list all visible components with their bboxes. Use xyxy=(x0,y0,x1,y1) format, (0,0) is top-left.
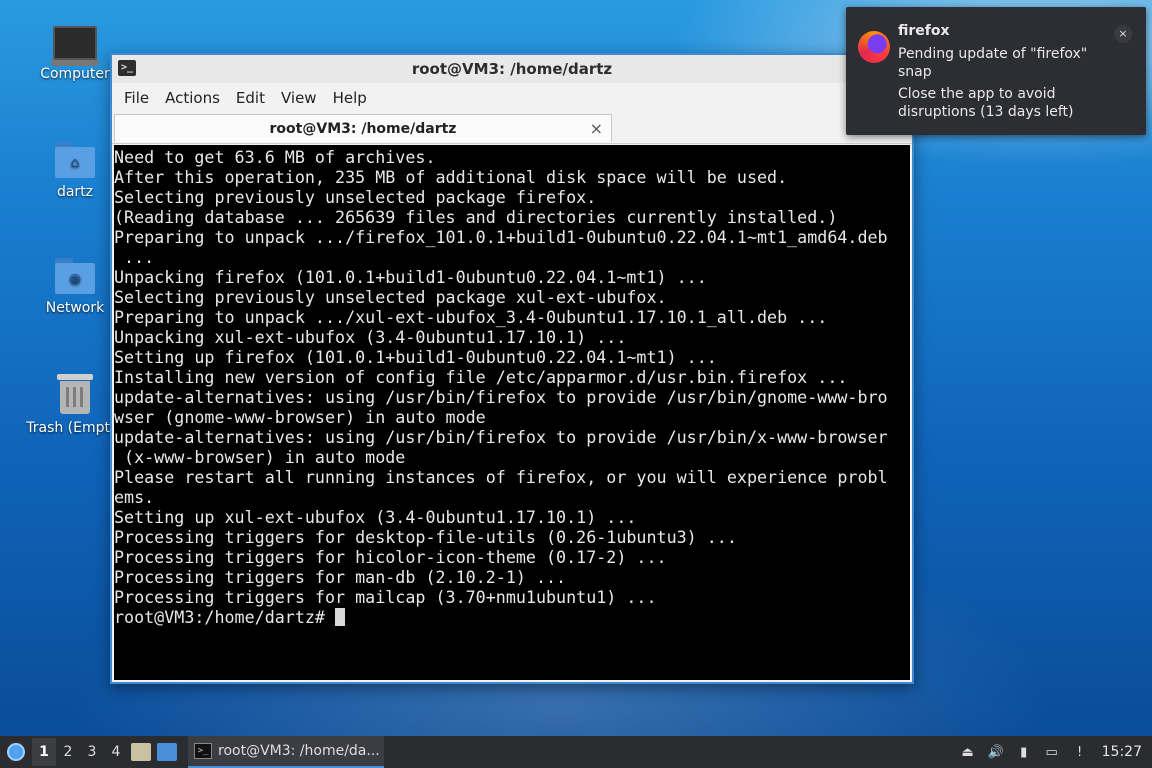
terminal-icon: >_ xyxy=(194,743,212,759)
eject-icon[interactable]: ⏏ xyxy=(959,743,977,761)
notification-popup[interactable]: firefox Pending update of "firefox" snap… xyxy=(846,7,1146,135)
tab-bar: root@VM3: /home/dartz × xyxy=(112,113,912,144)
notification-message: Pending update of "firefox" snap xyxy=(898,46,1088,80)
network-icon[interactable]: ▭ xyxy=(1043,743,1061,761)
task-label: root@VM3: /home/da... xyxy=(218,743,380,759)
notification-detail: Close the app to avoid disruptions (13 d… xyxy=(898,86,1074,120)
notification-body: Pending update of "firefox" snap Close t… xyxy=(898,45,1118,125)
menu-edit[interactable]: Edit xyxy=(228,89,273,107)
clipboard-icon[interactable]: ▮ xyxy=(1015,743,1033,761)
start-menu-button[interactable] xyxy=(0,736,32,768)
text-cursor xyxy=(335,608,346,626)
tab-label: root@VM3: /home/dartz xyxy=(269,120,457,137)
workspace-3[interactable]: 3 xyxy=(80,738,104,766)
workspace-2[interactable]: 2 xyxy=(56,738,80,766)
window-titlebar[interactable]: >_ root@VM3: /home/dartz xyxy=(112,55,912,83)
menu-file[interactable]: File xyxy=(116,89,157,107)
shell-prompt: root@VM3:/home/dartz# xyxy=(114,607,336,627)
show-desktop-icon[interactable] xyxy=(157,743,177,761)
menubar: File Actions Edit View Help xyxy=(112,83,912,113)
network-folder-icon: ◉ xyxy=(55,258,95,294)
system-tray: ⏏ 🔊 ▮ ▭ ! 15:27 xyxy=(954,736,1152,768)
terminal-icon: >_ xyxy=(118,60,136,76)
home-folder-icon: ⌂ xyxy=(55,142,95,178)
lubuntu-logo-icon xyxy=(7,743,25,761)
terminal-window[interactable]: >_ root@VM3: /home/dartz File Actions Ed… xyxy=(110,53,914,684)
terminal-text: Need to get 63.6 MB of archives. After t… xyxy=(114,147,888,627)
computer-icon xyxy=(51,26,99,66)
trash-icon xyxy=(57,374,93,414)
firefox-icon xyxy=(858,31,890,63)
tab-terminal[interactable]: root@VM3: /home/dartz × xyxy=(114,114,612,142)
clock[interactable]: 15:27 xyxy=(1102,744,1142,760)
window-title: root@VM3: /home/dartz xyxy=(411,60,613,78)
menu-actions[interactable]: Actions xyxy=(157,89,228,107)
close-notification-button[interactable]: × xyxy=(1114,25,1132,43)
file-manager-icon[interactable] xyxy=(131,743,151,761)
volume-icon[interactable]: 🔊 xyxy=(987,743,1005,761)
workspace-4[interactable]: 4 xyxy=(104,738,128,766)
terminal-output[interactable]: Need to get 63.6 MB of archives. After t… xyxy=(114,145,910,680)
taskbar-terminal-button[interactable]: >_ root@VM3: /home/da... xyxy=(188,736,384,768)
taskbar: 1 2 3 4 >_ root@VM3: /home/da... ⏏ 🔊 ▮ ▭… xyxy=(0,736,1152,768)
workspace-1[interactable]: 1 xyxy=(32,738,56,766)
notification-title: firefox xyxy=(898,23,950,39)
menu-help[interactable]: Help xyxy=(325,89,375,107)
update-notifier-icon[interactable]: ! xyxy=(1071,743,1089,761)
close-tab-icon[interactable]: × xyxy=(590,119,603,138)
menu-view[interactable]: View xyxy=(273,89,325,107)
